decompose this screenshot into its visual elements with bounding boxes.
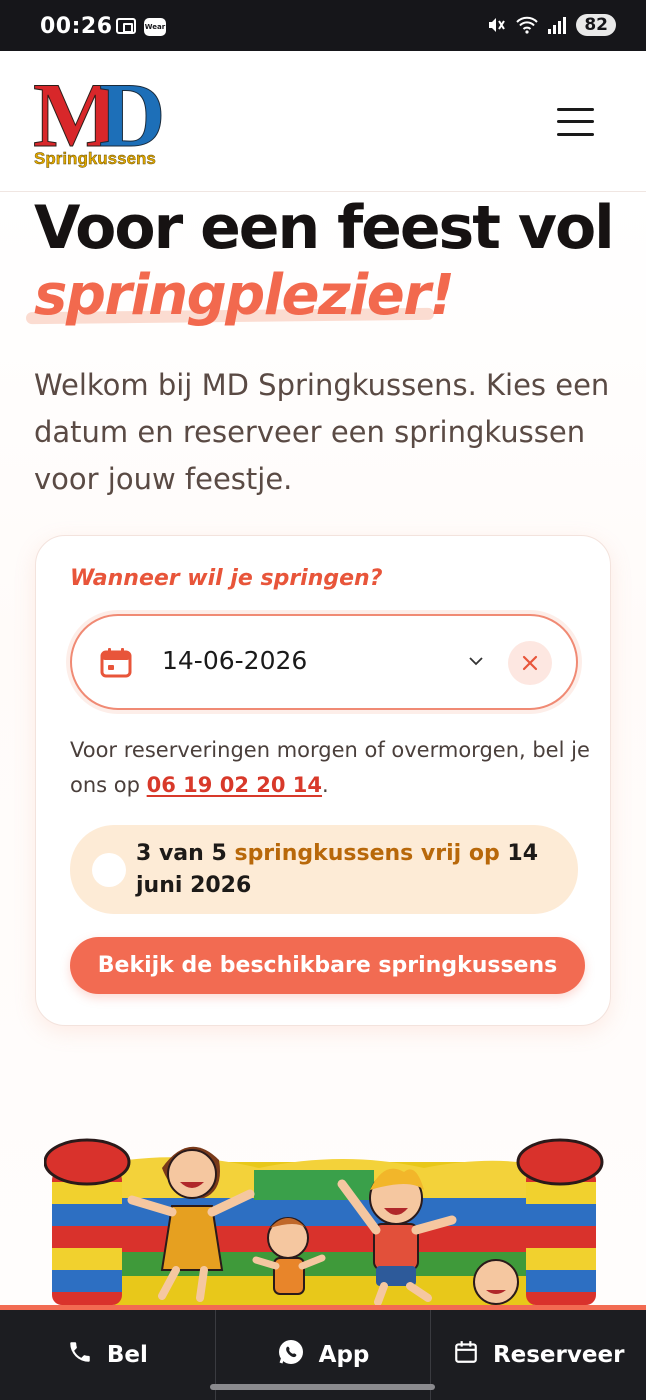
availability-middle: springkussens vrij op [234, 841, 500, 866]
mute-icon [486, 15, 506, 35]
close-icon [522, 655, 538, 671]
call-button[interactable]: Bel [0, 1310, 216, 1400]
status-icons: 82 [486, 14, 616, 36]
phone-link[interactable]: 06 19 02 20 14 [147, 773, 322, 797]
wifi-icon [516, 16, 539, 34]
hero-intro: Welkom bij MD Springkussens. Kies een da… [34, 368, 610, 496]
reserve-button[interactable]: Reserveer [431, 1310, 646, 1400]
availability-text: 3 van 5 springkussens vrij op 14 juni 20… [136, 838, 556, 902]
hero-title: Voor een feest vol [34, 193, 615, 263]
availability-count: 3 van 5 [136, 841, 227, 866]
logo-letter-d: D [98, 64, 166, 166]
availability-indicator [92, 853, 126, 887]
calendar-icon [100, 648, 132, 678]
hero-title-accent: springplezier! [34, 263, 455, 328]
md-springkussens-logo[interactable]: M D Springkussens [33, 69, 173, 179]
date-value[interactable]: 14-06-2026 [162, 646, 307, 675]
date-picker-field[interactable]: 14-06-2026 [70, 614, 578, 710]
note-suffix: . [322, 773, 329, 797]
clear-date-button[interactable] [508, 641, 552, 685]
screenshot-icon [116, 18, 136, 34]
site-header: M D Springkussens [0, 51, 646, 192]
status-bar: 00:26 Wear 82 [0, 0, 646, 51]
booking-question: Wanneer wil je springen? [70, 566, 383, 591]
bouncy-castle-illustration [44, 1138, 604, 1305]
status-time: 00:26 [40, 14, 113, 39]
view-available-button[interactable]: Bekijk de beschikbare springkussens [70, 937, 585, 994]
hamburger-menu-icon[interactable] [557, 108, 594, 136]
booking-card: Wanneer wil je springen? 14-06-2026 Voor… [35, 535, 611, 1026]
whatsapp-label: App [318, 1342, 370, 1368]
logo-subtitle: Springkussens [34, 149, 156, 168]
wear-icon: Wear [144, 18, 166, 36]
phone-icon [67, 1339, 93, 1371]
signal-icon [548, 16, 567, 34]
reservation-note: Voor reserveringen morgen of overmorgen,… [70, 733, 590, 803]
child-baby [473, 1259, 519, 1305]
calendar-icon [453, 1339, 479, 1371]
whatsapp-icon [277, 1338, 305, 1372]
chevron-down-icon[interactable] [467, 652, 485, 670]
availability-badge: 3 van 5 springkussens vrij op 14 juni 20… [70, 825, 578, 914]
reserve-label: Reserveer [492, 1342, 625, 1368]
home-indicator[interactable] [210, 1384, 435, 1390]
call-label: Bel [106, 1342, 148, 1368]
battery-icon: 82 [576, 14, 616, 36]
